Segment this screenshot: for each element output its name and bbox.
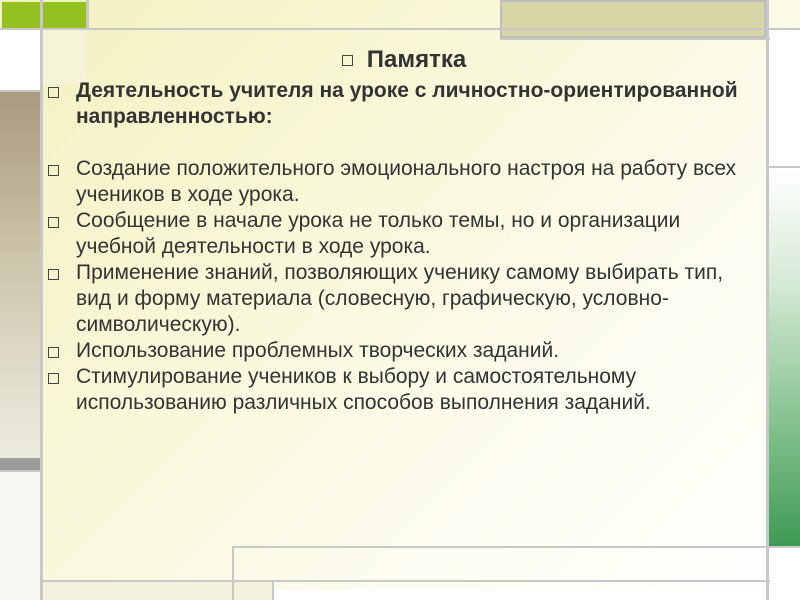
divider-line [232,546,234,600]
square-bullet-icon [48,165,59,176]
decor-green-block [2,2,86,29]
list-item-text: Стимулирование учеников к выбору и самос… [76,365,651,414]
square-bullet-icon [48,373,59,384]
divider-line [0,28,800,30]
list-item-text: Применение знаний, позволяющих ученику с… [76,261,724,336]
list-item-text: Создание положительного эмоционального н… [76,157,737,206]
divider-line [0,470,42,472]
decor-right-white-block [768,30,800,165]
decor-left-lower-block [0,472,40,600]
bullet-heading-text: Деятельность учителя на уроке с личностн… [76,79,738,128]
decor-left-white-block [0,30,40,90]
square-bullet-icon [341,54,353,66]
list-item-text: Сообщение в начале урока не только темы,… [76,209,681,258]
list-item: Создание положительного эмоционального н… [48,156,760,208]
divider-line [766,0,769,600]
decor-bottom-white-block [275,590,768,600]
divider-line [232,546,800,548]
square-bullet-icon [48,347,59,358]
divider-line [500,38,770,40]
decor-tan-block [500,0,766,38]
bullet-heading: Деятельность учителя на уроке с личностн… [48,78,760,130]
divider-line [0,90,42,92]
list-item: Применение знаний, позволяющих ученику с… [48,260,760,338]
decor-right-green-block [768,168,800,546]
square-bullet-icon [48,217,59,228]
divider-line [86,0,89,30]
divider-line [766,166,800,168]
decor-right-lower-block [768,548,800,600]
decor-left-brown-block [0,92,40,462]
decor-bottom-pale-block [44,582,274,600]
slide-title: Памятка [48,44,760,76]
square-bullet-icon [48,269,59,280]
list-item: Сообщение в начале урока не только темы,… [48,208,760,260]
divider-line [40,580,770,582]
list-item: Использование проблемных творческих зада… [48,338,760,364]
slide: Памятка Деятельность учителя на уроке с … [0,0,800,600]
slide-title-text: Памятка [366,46,467,73]
list-item: Стимулирование учеников к выбору и самос… [48,364,760,416]
list-item-text: Использование проблемных творческих зада… [76,339,560,362]
square-bullet-icon [48,87,59,98]
divider-line [272,580,274,600]
slide-content: Памятка Деятельность учителя на уроке с … [48,44,760,416]
